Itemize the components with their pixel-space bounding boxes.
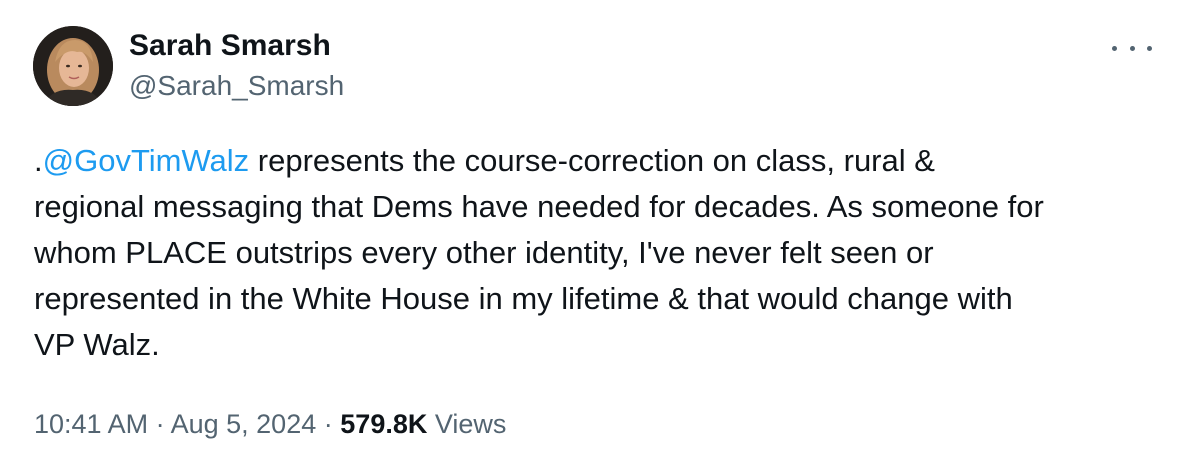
tweet-line: represented in the White House in my lif… (34, 281, 1013, 316)
tweet-text-segment: represents the course-correction on clas… (249, 143, 935, 178)
more-options-button[interactable] (1112, 36, 1152, 60)
tweet-line: VP Walz. (34, 327, 160, 362)
tweet-line: .@GovTimWalz represents the course-corre… (34, 138, 1174, 184)
tweet-meta: 10:41 AM · Aug 5, 2024 · 579.8K Views (34, 404, 506, 444)
tweet-date[interactable]: Aug 5, 2024 (171, 409, 317, 439)
author-handle[interactable]: @Sarah_Smarsh (129, 68, 344, 104)
tweet-text-prefix: . (34, 143, 43, 178)
views-count: 579.8K (340, 409, 428, 439)
more-horizontal-icon (1112, 45, 1117, 51)
meta-separator: · (155, 409, 165, 439)
meta-separator: · (323, 409, 333, 439)
tweet-card: Sarah Smarsh @Sarah_Smarsh .@GovTimWalz … (0, 0, 1192, 472)
avatar-image (33, 26, 113, 106)
avatar[interactable] (33, 26, 113, 106)
tweet-text: .@GovTimWalz represents the course-corre… (34, 138, 1174, 368)
tweet-time[interactable]: 10:41 AM (34, 409, 148, 439)
tweet-header: Sarah Smarsh @Sarah_Smarsh (33, 26, 344, 106)
views-label: Views (434, 409, 507, 439)
more-horizontal-icon (1147, 45, 1152, 51)
author-names: Sarah Smarsh @Sarah_Smarsh (129, 28, 344, 104)
mention-link[interactable]: @GovTimWalz (43, 143, 250, 178)
tweet-line: whom PLACE outstrips every other identit… (34, 235, 934, 270)
more-horizontal-icon (1129, 45, 1135, 51)
tweet-line: regional messaging that Dems have needed… (34, 189, 1044, 224)
author-display-name[interactable]: Sarah Smarsh (129, 28, 344, 64)
